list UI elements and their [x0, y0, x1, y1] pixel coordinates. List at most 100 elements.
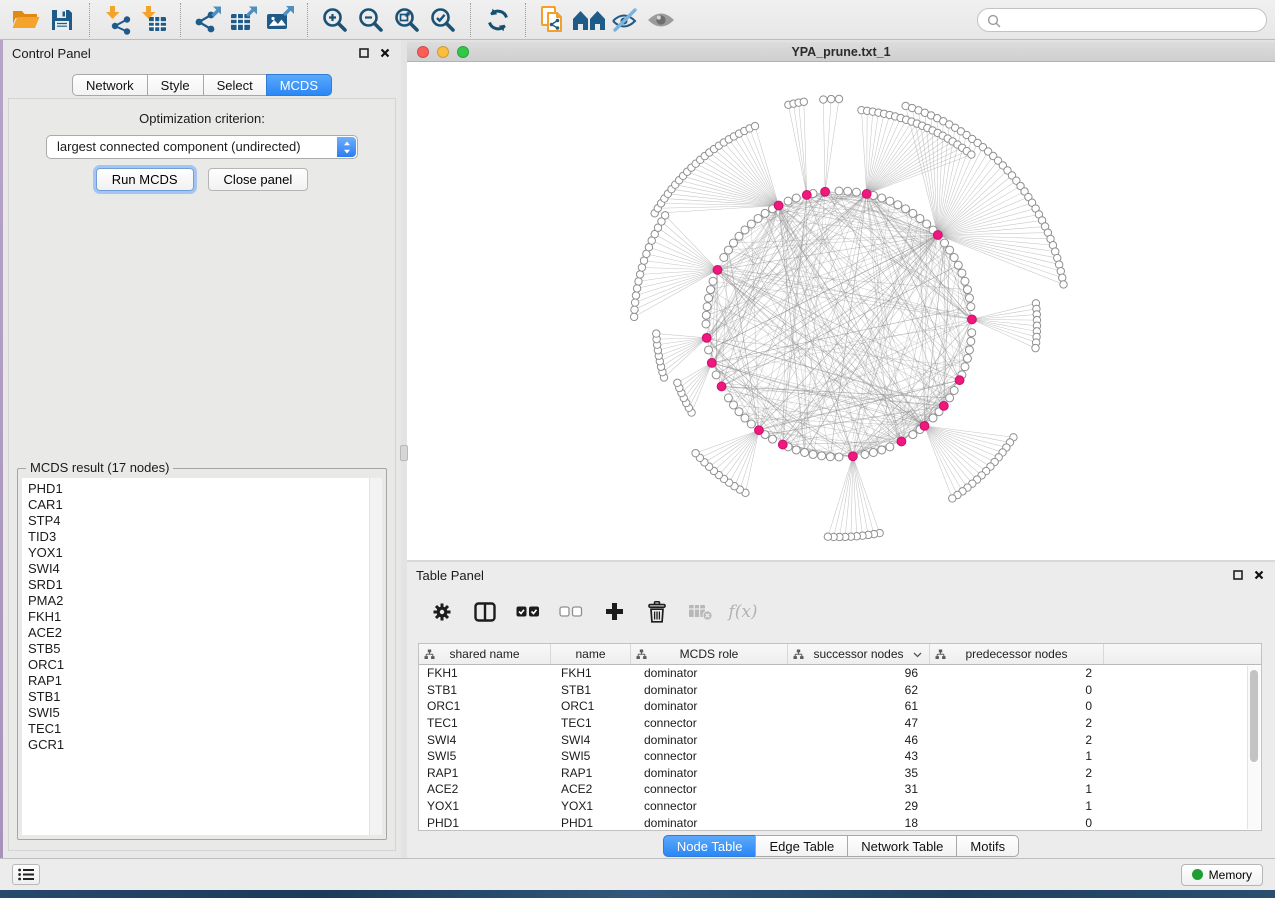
mcds-result-item[interactable]: SWI4: [22, 561, 382, 577]
window-zoom-button[interactable]: [457, 46, 469, 58]
table-row[interactable]: YOX1YOX1connector291: [419, 798, 1261, 815]
criterion-select-value: largest connected component (undirected): [57, 139, 301, 154]
table-row[interactable]: ORC1ORC1dominator610: [419, 698, 1261, 715]
table-row[interactable]: SWI4SWI4dominator462: [419, 731, 1261, 748]
zoom-selected-icon: [429, 6, 457, 34]
memory-button[interactable]: Memory: [1181, 864, 1263, 886]
table-row[interactable]: SWI5SWI5connector431: [419, 748, 1261, 765]
table-tab-motifs[interactable]: Motifs: [956, 835, 1019, 857]
refresh-icon: [484, 6, 512, 34]
search-field[interactable]: [977, 8, 1267, 32]
node-table: shared namename MCDS role successor node…: [418, 643, 1262, 831]
mcds-result-item[interactable]: GCR1: [22, 737, 382, 753]
select-all-columns-button[interactable]: [515, 599, 541, 625]
refresh-layout-button[interactable]: [480, 3, 516, 37]
table-scrollbar[interactable]: [1247, 666, 1260, 829]
column-header-mcds-role[interactable]: MCDS role: [631, 644, 788, 664]
mcds-result-item[interactable]: ACE2: [22, 625, 382, 641]
run-mcds-button[interactable]: Run MCDS: [96, 168, 194, 191]
close-table-panel-button[interactable]: [1252, 568, 1266, 582]
network-canvas[interactable]: [407, 62, 1275, 560]
zoom-fit-button[interactable]: [389, 3, 425, 37]
table-row[interactable]: PHD1PHD1dominator180: [419, 814, 1261, 831]
copy-network-button[interactable]: [535, 3, 571, 37]
window-minimize-button[interactable]: [437, 46, 449, 58]
close-icon: [380, 48, 390, 58]
control-panel: Control Panel NetworkStyleSelectMCDS Opt…: [3, 40, 401, 858]
splitter-grabber[interactable]: [400, 445, 408, 461]
mcds-result-item[interactable]: TID3: [22, 529, 382, 545]
unselect-all-columns-button[interactable]: [558, 599, 584, 625]
float-control-panel-button[interactable]: [357, 46, 371, 60]
float-table-panel-button[interactable]: [1231, 568, 1245, 582]
close-mcds-panel-button[interactable]: Close panel: [208, 168, 309, 191]
mcds-result-item[interactable]: TEC1: [22, 721, 382, 737]
mcds-result-item[interactable]: FKH1: [22, 609, 382, 625]
import-network-button[interactable]: [99, 3, 135, 37]
zoom-in-button[interactable]: [317, 3, 353, 37]
mcds-result-item[interactable]: SRD1: [22, 577, 382, 593]
export-image-button[interactable]: [262, 3, 298, 37]
table-tab-node-table[interactable]: Node Table: [663, 835, 757, 857]
table-toolbar: f(x): [407, 588, 1275, 635]
control-panel-header: Control Panel: [3, 40, 401, 66]
import-table-button[interactable]: [135, 3, 171, 37]
table-scrollbar-thumb[interactable]: [1250, 670, 1258, 762]
mcds-result-item[interactable]: PMA2: [22, 593, 382, 609]
copy-network-icon: [539, 5, 567, 35]
first-neighbors-button[interactable]: [571, 3, 607, 37]
mcds-result-item[interactable]: STP4: [22, 513, 382, 529]
save-session-button[interactable]: [44, 3, 80, 37]
mcds-result-item[interactable]: RAP1: [22, 673, 382, 689]
column-header-name[interactable]: name: [551, 644, 631, 664]
mcds-result-item[interactable]: ORC1: [22, 657, 382, 673]
table-row[interactable]: STB1STB1dominator620: [419, 682, 1261, 699]
mcds-list-scrollbar[interactable]: [369, 478, 382, 835]
create-column-button[interactable]: [601, 599, 627, 625]
export-table-button[interactable]: [226, 3, 262, 37]
table-row[interactable]: TEC1TEC1connector472: [419, 715, 1261, 732]
table-row[interactable]: RAP1RAP1dominator352: [419, 765, 1261, 782]
mcds-result-item[interactable]: PHD1: [22, 481, 382, 497]
mcds-result-item[interactable]: CAR1: [22, 497, 382, 513]
column-header-predecessor-nodes[interactable]: predecessor nodes: [930, 644, 1104, 664]
delete-column-button[interactable]: [644, 599, 670, 625]
columns-icon: [474, 602, 496, 622]
table-panel-title: Table Panel: [416, 568, 484, 583]
tab-network[interactable]: Network: [72, 74, 148, 96]
mcds-result-item[interactable]: STB5: [22, 641, 382, 657]
show-all-button[interactable]: [643, 3, 679, 37]
table-tab-edge-table[interactable]: Edge Table: [755, 835, 848, 857]
zoom-out-button[interactable]: [353, 3, 389, 37]
search-input[interactable]: [1004, 10, 1256, 30]
column-header-shared-name[interactable]: shared name: [419, 644, 551, 664]
desktop-background: [0, 890, 1275, 898]
table-tab-network-table[interactable]: Network Table: [847, 835, 957, 857]
close-control-panel-button[interactable]: [378, 46, 392, 60]
open-session-button[interactable]: [8, 3, 44, 37]
tab-select[interactable]: Select: [203, 74, 267, 96]
export-network-button[interactable]: [190, 3, 226, 37]
mcds-result-list: PHD1CAR1STP4TID3YOX1SWI4SRD1PMA2FKH1ACE2…: [22, 478, 382, 835]
criterion-select[interactable]: largest connected component (undirected): [46, 135, 358, 159]
eye-slash-icon: [610, 7, 640, 33]
column-header-successor-nodes[interactable]: successor nodes: [788, 644, 930, 664]
hide-selected-button[interactable]: [607, 3, 643, 37]
network-graph[interactable]: [407, 62, 1275, 560]
table-row[interactable]: ACE2ACE2connector311: [419, 781, 1261, 798]
float-icon: [359, 48, 369, 58]
export-table-icon: [229, 5, 259, 35]
first-neighbors-icon: [572, 8, 606, 32]
table-row[interactable]: FKH1FKH1dominator962: [419, 665, 1261, 682]
mcds-result-item[interactable]: YOX1: [22, 545, 382, 561]
window-close-button[interactable]: [417, 46, 429, 58]
panel-selector-button[interactable]: [12, 864, 40, 885]
mcds-result-item[interactable]: STB1: [22, 689, 382, 705]
table-options-button[interactable]: [429, 599, 455, 625]
tab-style[interactable]: Style: [147, 74, 204, 96]
mcds-result-item[interactable]: SWI5: [22, 705, 382, 721]
tab-mcds[interactable]: MCDS: [266, 74, 332, 96]
show-column-button[interactable]: [472, 599, 498, 625]
column-type-icon: [636, 649, 647, 660]
zoom-selected-button[interactable]: [425, 3, 461, 37]
